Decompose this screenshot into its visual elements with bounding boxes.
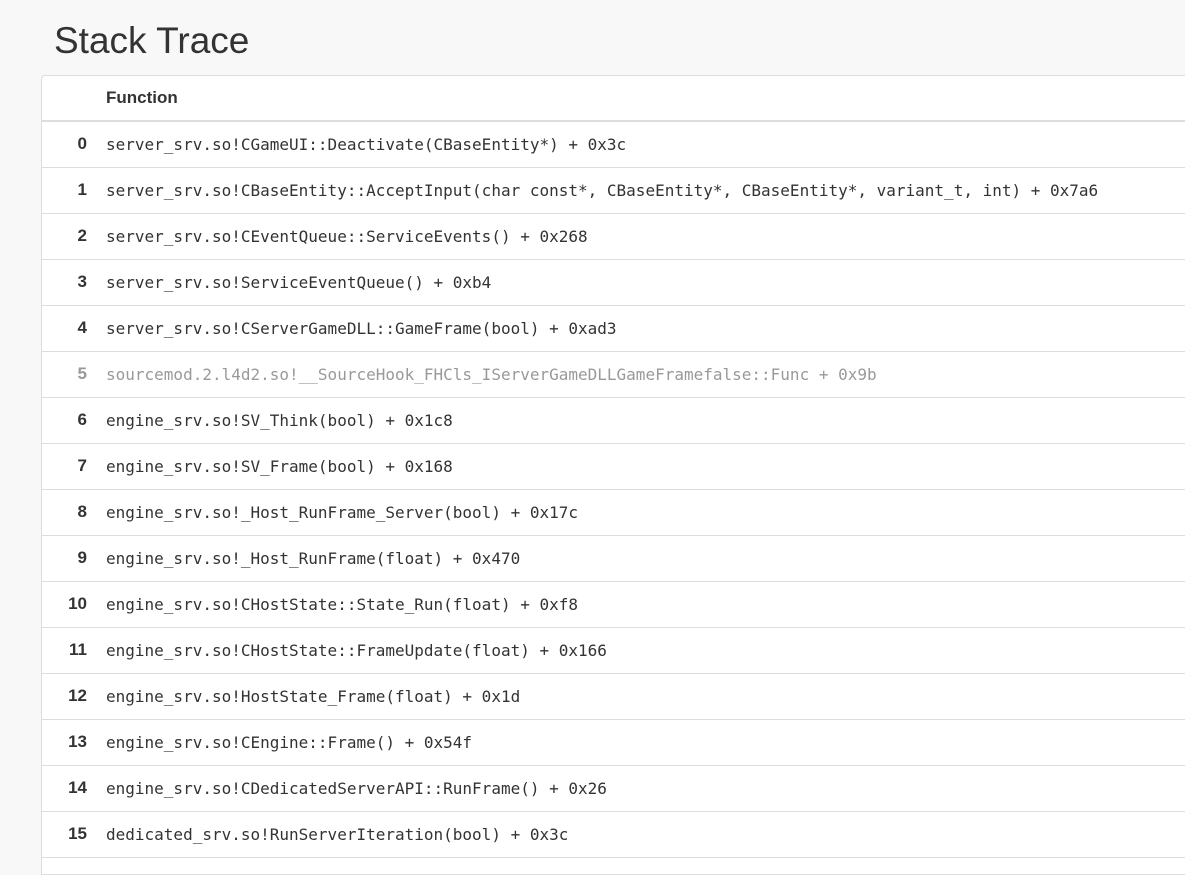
frame-function: engine_srv.so!HostState_Frame(float) + 0… <box>106 687 521 706</box>
frame-index: 6 <box>77 410 87 429</box>
frame-index: 12 <box>68 686 87 705</box>
table-row[interactable]: 3 server_srv.so!ServiceEventQueue() + 0xb… <box>42 260 1185 306</box>
table-row[interactable]: 1 server_srv.so!CBaseEntity::AcceptInput(… <box>42 168 1185 214</box>
frame-index: 15 <box>68 824 87 843</box>
table-row[interactable]: 15 dedicated_srv.so!RunServerIteration(bo… <box>42 812 1185 858</box>
table-body: 0 server_srv.so!CGameUI::Deactivate(CBase… <box>42 122 1185 858</box>
frame-function: server_srv.so!CServerGameDLL::GameFrame(… <box>106 319 617 338</box>
frame-index: 8 <box>77 502 87 521</box>
frame-index: 5 <box>77 364 87 383</box>
frame-function: engine_srv.so!CEngine::Frame() + 0x54f <box>106 733 473 752</box>
table-row[interactable]: 7 engine_srv.so!SV_Frame(bool) + 0x168 <box>42 444 1185 490</box>
table-row[interactable]: 10 engine_srv.so!CHostState::State_Run(fl… <box>42 582 1185 628</box>
frame-function: engine_srv.so!SV_Think(bool) + 0x1c8 <box>106 411 453 430</box>
frame-function: server_srv.so!CBaseEntity::AcceptInput(c… <box>106 181 1099 200</box>
frame-function: engine_srv.so!_Host_RunFrame_Server(bool… <box>106 503 579 522</box>
frame-index: 7 <box>77 456 87 475</box>
table-row[interactable]: 5 sourcemod.2.l4d2.so!__SourceHook_FHCls_… <box>42 352 1185 398</box>
page-title: Stack Trace <box>54 20 250 61</box>
table-row[interactable]: 9 engine_srv.so!_Host_RunFrame(float) + 0… <box>42 536 1185 582</box>
frame-index: 1 <box>77 180 87 199</box>
frame-index: 9 <box>77 548 87 567</box>
frame-index: 4 <box>77 318 87 337</box>
frame-index: 10 <box>68 594 87 613</box>
frame-index: 13 <box>68 732 87 751</box>
column-header-function: Function <box>106 88 178 107</box>
table-row[interactable]: 13 engine_srv.so!CEngine::Frame() + 0x54f <box>42 720 1185 766</box>
table-row[interactable]: 4 server_srv.so!CServerGameDLL::GameFrame… <box>42 306 1185 352</box>
frame-function: server_srv.so!ServiceEventQueue() + 0xb4 <box>106 273 492 292</box>
frame-function: sourcemod.2.l4d2.so!__SourceHook_FHCls_I… <box>106 365 877 384</box>
frame-function: engine_srv.so!CHostState::State_Run(floa… <box>106 595 579 614</box>
frame-function: engine_srv.so!CDedicatedServerAPI::RunFr… <box>106 779 607 798</box>
frame-function: server_srv.so!CGameUI::Deactivate(CBaseE… <box>106 135 627 154</box>
frame-function: dedicated_srv.so!RunServerIteration(bool… <box>106 825 569 844</box>
stack-trace-table: Function 0 server_srv.so!CGameUI::Deactiv… <box>41 75 1185 875</box>
frame-index: 11 <box>69 640 87 659</box>
frame-function: engine_srv.so!SV_Frame(bool) + 0x168 <box>106 457 453 476</box>
table-row[interactable]: 11 engine_srv.so!CHostState::FrameUpdate(… <box>42 628 1185 674</box>
table-row[interactable]: 6 engine_srv.so!SV_Think(bool) + 0x1c8 <box>42 398 1185 444</box>
frame-index: 0 <box>77 134 87 153</box>
table-row[interactable]: 8 engine_srv.so!_Host_RunFrame_Server(boo… <box>42 490 1185 536</box>
frame-index: 2 <box>77 226 87 245</box>
table-row[interactable]: 2 server_srv.so!CEventQueue::ServiceEvent… <box>42 214 1185 260</box>
table-row[interactable]: 12 engine_srv.so!HostState_Frame(float) +… <box>42 674 1185 720</box>
frame-function: engine_srv.so!CHostState::FrameUpdate(fl… <box>106 641 607 660</box>
frame-index: 3 <box>77 272 87 291</box>
frame-function: server_srv.so!CEventQueue::ServiceEvents… <box>106 227 588 246</box>
table-row[interactable]: 0 server_srv.so!CGameUI::Deactivate(CBase… <box>42 122 1185 168</box>
frame-function: engine_srv.so!_Host_RunFrame(float) + 0x… <box>106 549 521 568</box>
table-row[interactable]: 14 engine_srv.so!CDedicatedServerAPI::Run… <box>42 766 1185 812</box>
frame-index: 14 <box>68 778 87 797</box>
table-header: Function <box>42 76 1185 122</box>
